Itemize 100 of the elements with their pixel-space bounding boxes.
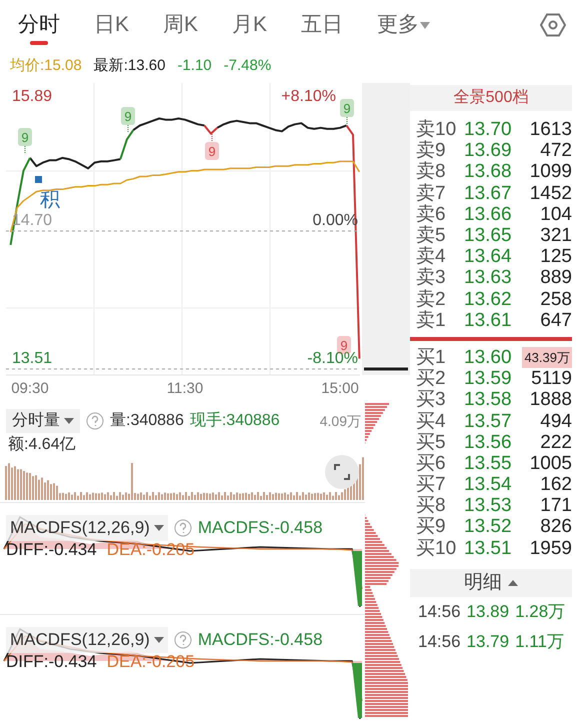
- level-volume: 1452: [530, 182, 572, 204]
- percent-label: +8.10%: [281, 88, 336, 105]
- level-label: 买4: [416, 410, 447, 432]
- level-label: 买7: [416, 474, 447, 496]
- level-volume: 1005: [530, 452, 572, 474]
- level-price: 13.61: [464, 310, 513, 331]
- tab[interactable]: 五日: [301, 5, 344, 45]
- percent-change: -7.48%: [224, 56, 272, 76]
- level-label: 卖7: [416, 182, 447, 204]
- help-icon[interactable]: [174, 518, 192, 537]
- level-volume: 1888: [530, 389, 572, 410]
- tab[interactable]: 周K: [163, 5, 198, 45]
- level-label: 卖6: [416, 204, 447, 225]
- tab[interactable]: 分时: [18, 5, 60, 45]
- level-price: 13.66: [464, 204, 513, 225]
- trade-price: 13.89: [466, 601, 510, 623]
- indicator-selector[interactable]: MACDFS(12,26,9): [6, 515, 168, 540]
- indicator-selector[interactable]: 分时量: [6, 409, 80, 433]
- level-price: 13.55: [464, 452, 513, 474]
- level-volume: 1959: [530, 538, 572, 559]
- level-label: 买10: [416, 538, 458, 559]
- time-label: 15:00: [321, 380, 359, 397]
- axis-label: 4.09万: [320, 412, 362, 430]
- diff-value: DIFF:-0.434: [6, 540, 97, 558]
- caret-icon: [154, 636, 164, 644]
- marker-label: 积: [40, 189, 60, 211]
- level-label: 卖4: [416, 246, 447, 268]
- level-price: 13.63: [464, 267, 513, 288]
- trade-time: 14:56: [418, 601, 461, 623]
- level-volume: 889: [540, 267, 572, 288]
- dea-value: DEA:-0.205: [106, 652, 195, 670]
- macd-value: MACDFS:-0.458: [198, 629, 323, 651]
- level-label: 卖3: [416, 267, 447, 288]
- level-price: 13.62: [464, 288, 513, 310]
- level-volume: 43.39万: [522, 346, 572, 368]
- level-price: 13.67: [464, 182, 513, 204]
- tab[interactable]: 日K: [94, 5, 130, 45]
- diff-value: DIFF:-0.434: [6, 652, 97, 670]
- level-volume: 321: [540, 225, 572, 246]
- time-label: 09:30: [11, 380, 49, 397]
- settings-icon[interactable]: [540, 12, 566, 38]
- level-price: 13.56: [464, 432, 513, 453]
- macd-value: MACDFS:-0.458: [198, 517, 323, 539]
- tab[interactable]: 月K: [232, 5, 268, 45]
- level-label: 卖5: [416, 225, 447, 246]
- time-label: 11:30: [166, 380, 204, 397]
- caret-icon: [64, 417, 74, 425]
- level-volume: 647: [540, 310, 572, 331]
- level-price: 13.60: [464, 346, 513, 368]
- order-book-header[interactable]: 全景500档: [410, 85, 572, 111]
- level-label: 买3: [416, 389, 447, 410]
- level-price: 13.65: [464, 225, 513, 246]
- level-label: 买9: [416, 516, 447, 538]
- caret-icon: [154, 524, 164, 532]
- level-label: 卖8: [416, 161, 447, 182]
- level-price: 13.64: [464, 246, 513, 268]
- level-price: 13.57: [464, 410, 513, 432]
- average-price: 均价:15.08: [10, 56, 82, 76]
- price-marker-line: [364, 368, 408, 370]
- level-volume: 104: [540, 204, 572, 225]
- level-label: 买1: [416, 346, 447, 368]
- help-icon[interactable]: [86, 412, 104, 430]
- current-volume: 现手:340886: [190, 410, 280, 431]
- more-dropdown[interactable]: 更多: [377, 5, 432, 45]
- caret-icon: [508, 578, 518, 587]
- caret-icon: [419, 20, 432, 30]
- dea-value: DEA:-0.205: [106, 540, 195, 558]
- expand-icon: [334, 464, 350, 480]
- level-volume: 826: [540, 516, 572, 538]
- level-volume: 1613: [530, 119, 572, 140]
- level-price: 13.53: [464, 495, 513, 516]
- level-volume: 1099: [530, 161, 572, 182]
- amount-value: 额:4.64亿: [7, 434, 76, 455]
- level-volume: 5119: [531, 368, 572, 390]
- price-label: 15.89: [12, 88, 52, 105]
- price-label: 13.51: [12, 350, 52, 367]
- details-toggle[interactable]: 明细: [410, 568, 572, 597]
- level-volume: 162: [540, 474, 572, 496]
- level-label: 卖10: [416, 119, 458, 140]
- level-volume: 222: [540, 432, 572, 453]
- level-price: 13.70: [464, 119, 513, 140]
- expand-button[interactable]: [325, 455, 359, 489]
- level-volume: 125: [540, 246, 572, 268]
- level-label: 卖1: [416, 310, 447, 331]
- level-label: 买5: [416, 432, 447, 453]
- indicator-selector[interactable]: MACDFS(12,26,9): [6, 627, 168, 652]
- level-label: 买6: [416, 452, 447, 474]
- help-icon[interactable]: [174, 630, 192, 649]
- trade-price: 13.79: [466, 631, 510, 653]
- trade-time: 14:56: [418, 631, 461, 653]
- level-price: 13.51: [464, 538, 513, 559]
- level-label: 卖2: [416, 288, 447, 310]
- level-price: 13.58: [464, 389, 513, 410]
- level-price: 13.52: [464, 516, 513, 538]
- level-label: 买2: [416, 368, 447, 390]
- level-label: 卖9: [416, 140, 447, 162]
- level-price: 13.68: [464, 161, 513, 182]
- trade-volume: 1.28万: [515, 601, 566, 623]
- level-label: 买8: [416, 495, 447, 516]
- latest-price: 最新:13.60: [94, 56, 166, 76]
